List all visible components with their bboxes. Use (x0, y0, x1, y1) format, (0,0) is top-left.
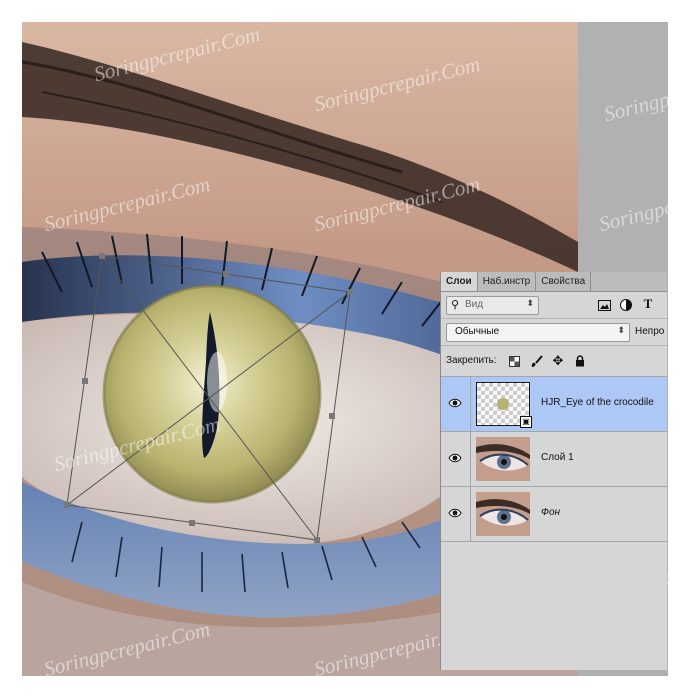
eye-icon[interactable] (448, 396, 462, 410)
filter-row: ⚲ Вид ⬍ T (441, 292, 667, 319)
blend-row: Обычные ⬍ Непро (441, 319, 667, 346)
lock-transparency-icon[interactable] (507, 354, 521, 368)
search-icon: ⚲ (451, 299, 460, 311)
layer-row-layer-1[interactable]: Слой 1 (441, 432, 667, 487)
type-filter-icon[interactable]: T (641, 296, 655, 311)
layers-panel: Слои Наб.инстр Свойства ⚲ Вид ⬍ T Обычны… (440, 272, 667, 670)
adjustment-filter-icon[interactable] (619, 298, 633, 312)
watermark: Soringpcrepair.Com (596, 171, 668, 237)
layer-thumbnail (476, 492, 530, 536)
panel-tabbar: Слои Наб.инстр Свойства (441, 272, 667, 292)
filter-placeholder: Вид (465, 299, 484, 310)
lock-all-icon[interactable] (573, 354, 587, 368)
watermark: Soringpcrepair.Com (601, 61, 668, 127)
lock-label: Закрепить: (446, 355, 497, 366)
tab-layers[interactable]: Слои (441, 272, 478, 291)
eye-icon[interactable] (448, 451, 462, 465)
tab-properties[interactable]: Свойства (536, 272, 592, 291)
layer-thumbnail (476, 437, 530, 481)
blend-mode-value: Обычные (455, 326, 500, 337)
chevron-updown-icon: ⬍ (617, 325, 625, 335)
lock-brush-icon[interactable] (529, 354, 543, 368)
layer-row-background[interactable]: Фон (441, 487, 667, 542)
lock-row: Закрепить: ✥ (441, 346, 667, 377)
layer-name[interactable]: Фон (541, 507, 560, 518)
layer-name[interactable]: HJR_Eye of the crocodile (541, 397, 654, 408)
opacity-label: Непро (635, 326, 665, 337)
screenshot-frame: Soringpcrepair.Com Soringpcrepair.Com So… (0, 0, 688, 698)
blend-mode-select[interactable]: Обычные ⬍ (446, 323, 630, 342)
layer-filter-select[interactable]: ⚲ Вид ⬍ (446, 296, 539, 315)
lock-move-icon[interactable]: ✥ (551, 353, 565, 368)
chevron-updown-icon: ⬍ (526, 298, 534, 308)
smart-object-icon: ▣ (520, 416, 532, 428)
image-filter-icon[interactable] (597, 298, 611, 312)
layer-name[interactable]: Слой 1 (541, 452, 574, 463)
tab-tool-presets[interactable]: Наб.инстр (478, 272, 537, 291)
layer-row-crocodile-eye[interactable]: ▣ HJR_Eye of the crocodile (441, 377, 667, 432)
eye-icon[interactable] (448, 506, 462, 520)
